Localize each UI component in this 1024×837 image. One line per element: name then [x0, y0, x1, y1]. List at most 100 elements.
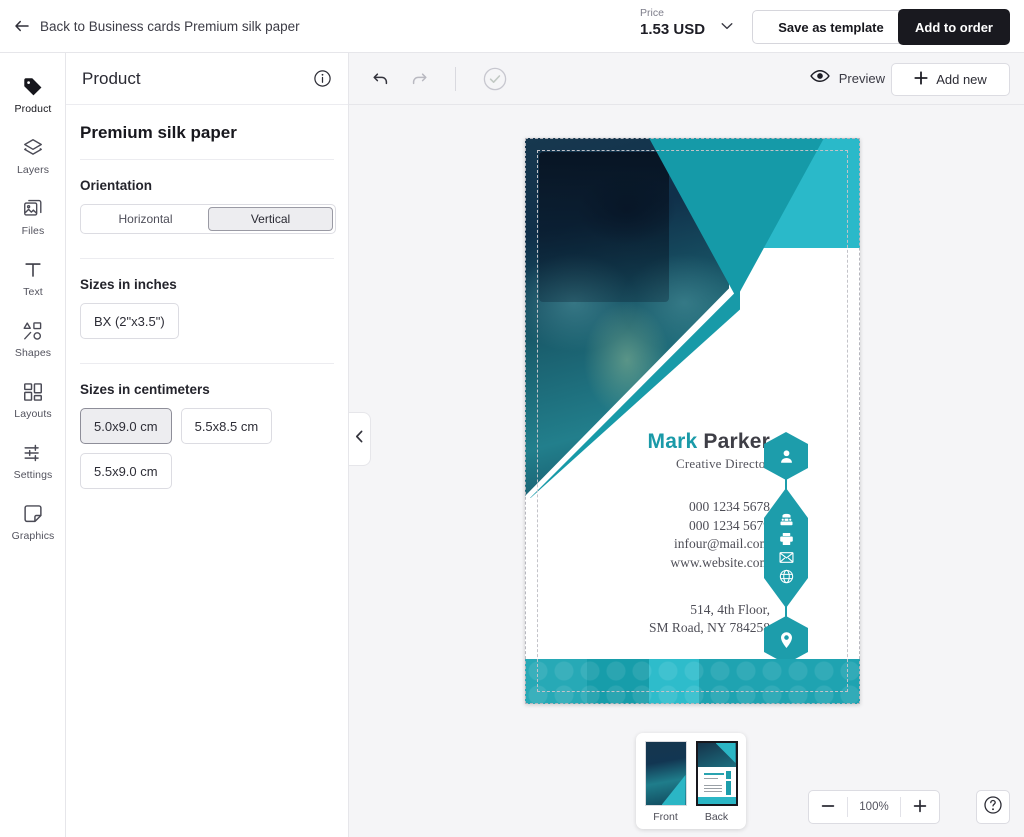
top-bar: Back to Business cards Premium silk pape… [0, 0, 1024, 53]
card-text-block[interactable]: Mark Parker Creative Director 000 1234 5… [525, 430, 770, 637]
card-email: infour@mail.com [673, 536, 770, 552]
sidebar-label-layouts: Layouts [14, 408, 52, 420]
sidebar-item-layers[interactable]: Layers [0, 126, 66, 187]
card-address-line-2: SM Road, NY 784258 [648, 619, 770, 635]
hex-location [764, 616, 808, 664]
price-selector[interactable]: Price 1.53 USD [640, 7, 735, 38]
thumbnail-front[interactable]: Front [644, 741, 687, 823]
design-canvas[interactable]: Mark Parker Creative Director 000 1234 5… [349, 105, 1024, 837]
orientation-option-horizontal[interactable]: Horizontal [83, 207, 208, 231]
settings-icon [22, 442, 44, 464]
card-role: Creative Director [676, 456, 770, 471]
back-label: Back to Business cards Premium silk pape… [40, 18, 300, 34]
question-circle-icon [983, 795, 1003, 820]
left-tool-rail: Product Layers Files Text Shapes Layouts… [0, 53, 66, 837]
undo-icon[interactable] [371, 69, 391, 89]
card-bottom-band [525, 659, 860, 704]
sidebar-label-files: Files [21, 225, 45, 237]
thumbnail-back-label: Back [704, 811, 729, 823]
panel-body: Premium silk paper Orientation Horizonta… [66, 105, 348, 489]
card-name: Mark Parker [525, 430, 770, 454]
business-card-back[interactable]: Mark Parker Creative Director 000 1234 5… [525, 138, 860, 704]
divider [80, 159, 334, 160]
check-circle-icon[interactable] [482, 66, 508, 92]
sizes-cm-label: Sizes in centimeters [80, 382, 210, 397]
page-thumbnails: Front Back [636, 733, 746, 829]
info-icon[interactable] [313, 69, 332, 88]
phone-icon [779, 513, 794, 527]
panel-header: Product [66, 53, 348, 105]
hex-contact-group [764, 488, 808, 608]
orientation-segmented-control[interactable]: Horizontal Vertical [80, 204, 336, 234]
sidebar-item-settings[interactable]: Settings [0, 431, 66, 492]
thumb-band [697, 797, 736, 804]
size-cm-55x85[interactable]: 5.5x8.5 cm [180, 408, 273, 444]
orientation-label: Orientation [80, 178, 153, 193]
add-new-button[interactable]: Add new [891, 63, 1010, 96]
card-phone-1: 000 1234 5678 [689, 499, 770, 514]
toolbar-divider [455, 66, 456, 91]
chevron-down-icon[interactable] [719, 18, 735, 34]
sidebar-item-graphics[interactable]: Graphics [0, 492, 66, 553]
size-cm-5x9[interactable]: 5.0x9.0 cm [80, 408, 172, 444]
canvas-toolbar: Preview Add new [349, 53, 1024, 105]
back-link[interactable]: Back to Business cards Premium silk pape… [14, 18, 300, 34]
arrow-left-icon [14, 18, 30, 34]
product-name: Premium silk paper [80, 123, 237, 142]
redo-icon[interactable] [409, 69, 429, 89]
sidebar-label-layers: Layers [16, 164, 50, 176]
price-label: Price [640, 7, 664, 19]
size-inch-bx[interactable]: BX (2"x3.5") [80, 303, 179, 339]
save-as-template-button[interactable]: Save as template [752, 10, 910, 44]
sidebar-item-text[interactable]: Text [0, 248, 66, 309]
minus-icon [821, 799, 835, 816]
thumb-line [703, 791, 722, 792]
hex-person [764, 432, 808, 480]
eye-icon [809, 68, 830, 89]
preview-label: Preview [838, 71, 885, 86]
plus-icon [914, 71, 928, 88]
thumbnail-back-preview [695, 741, 738, 806]
chevron-left-icon [355, 430, 364, 448]
add-new-label: Add new [936, 72, 987, 87]
text-icon [22, 259, 44, 281]
thumbnail-back[interactable]: Back [695, 741, 738, 823]
plus-icon [913, 799, 927, 816]
page-title: Product [82, 68, 141, 88]
thumb-hex [725, 771, 731, 779]
thumb-line [703, 785, 722, 786]
card-last-name: Parker [703, 430, 770, 453]
sidebar-item-product[interactable]: Product [0, 65, 66, 126]
graphics-icon [22, 503, 44, 525]
thumbnail-front-preview [644, 741, 687, 806]
help-button[interactable] [976, 790, 1010, 824]
card-first-name: Mark [647, 430, 698, 453]
card-contact-details: 000 1234 5678 000 1234 5679 infour@mail.… [525, 498, 770, 573]
divider [80, 363, 334, 364]
sizes-inches-options: BX (2"x3.5") [80, 303, 334, 339]
thumb-line [703, 778, 718, 779]
add-to-order-button[interactable]: Add to order [898, 9, 1010, 45]
orientation-option-vertical[interactable]: Vertical [208, 207, 333, 231]
thumb-line [703, 788, 722, 789]
zoom-controls: 100% [808, 790, 940, 824]
zoom-level: 100% [859, 801, 889, 813]
card-address-line-1: 514, 4th Floor, [690, 601, 770, 617]
zoom-out-button[interactable] [809, 791, 847, 823]
thumbnail-front-label: Front [653, 811, 678, 823]
size-cm-55x9[interactable]: 5.5x9.0 cm [80, 453, 172, 489]
preview-button[interactable]: Preview [809, 68, 885, 89]
sidebar-label-shapes: Shapes [14, 347, 52, 359]
sidebar-item-files[interactable]: Files [0, 187, 66, 248]
photo-overlay [539, 152, 669, 302]
band-hex-pattern [525, 659, 860, 704]
properties-panel: Product Premium silk paper Orientation H… [66, 53, 349, 837]
sidebar-label-graphics: Graphics [11, 530, 55, 542]
sidebar-label-text: Text [23, 286, 43, 298]
sidebar-item-layouts[interactable]: Layouts [0, 370, 66, 431]
envelope-icon [778, 551, 794, 564]
zoom-in-button[interactable] [901, 791, 939, 823]
person-icon [778, 448, 795, 465]
sidebar-item-shapes[interactable]: Shapes [0, 309, 66, 370]
panel-collapse-button[interactable] [349, 412, 371, 466]
